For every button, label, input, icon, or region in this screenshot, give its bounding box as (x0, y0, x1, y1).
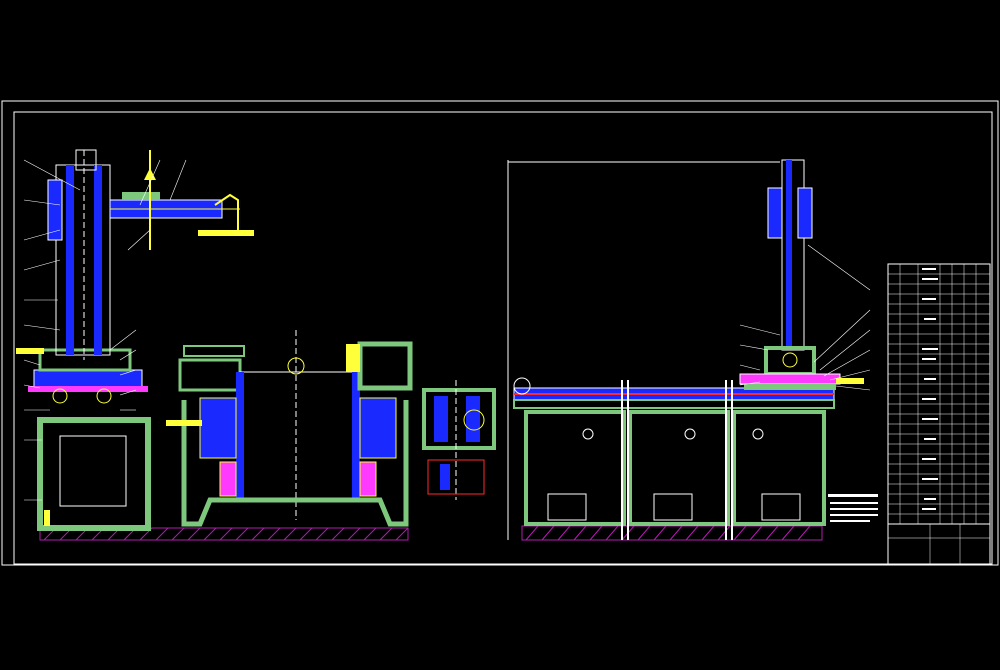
notes-title (828, 494, 878, 497)
notes-line-3 (830, 514, 878, 516)
drive-shaft (166, 420, 202, 426)
notes-line-1 (830, 502, 878, 504)
coupling-hub (440, 464, 450, 490)
right-bearing (359, 397, 397, 459)
notes-line-4 (830, 520, 870, 522)
drum-wall-right (352, 372, 360, 498)
left-bearing (199, 397, 237, 459)
counterweight (47, 179, 63, 241)
bearing-plate (33, 369, 143, 389)
technical-drawing (0, 100, 1000, 566)
side-counterweight (767, 187, 783, 239)
left-support (219, 461, 237, 497)
gripper-pad (198, 230, 254, 236)
side-column-wall (786, 160, 792, 350)
side-counterweight-right (797, 187, 813, 239)
arm-mount (122, 192, 160, 200)
slew-ring (28, 386, 148, 392)
column-wall-left (66, 165, 74, 355)
side-handle (836, 378, 864, 384)
right-support (359, 461, 377, 497)
notes-line-2 (830, 508, 878, 510)
handwheel (16, 348, 44, 354)
anchor-bolt (44, 510, 50, 526)
drum-wall-left (236, 372, 244, 498)
gear-right (466, 396, 480, 442)
slew-base (744, 384, 836, 390)
gear-left (434, 396, 448, 442)
column-wall-right (94, 165, 102, 355)
cad-drawing-canvas (0, 0, 1000, 666)
motor-bracket (346, 344, 360, 372)
